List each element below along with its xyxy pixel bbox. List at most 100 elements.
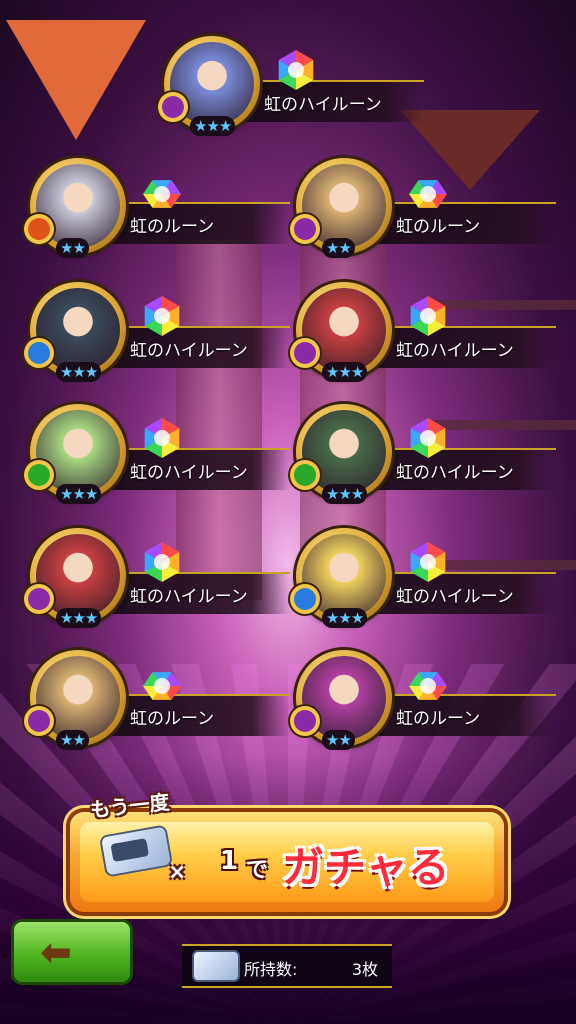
element-dark-badge bbox=[28, 710, 50, 732]
character-portrait: ★★★ bbox=[158, 36, 260, 136]
claw-icon bbox=[24, 460, 54, 490]
rune-name-bar: 虹のハイルーン bbox=[366, 326, 556, 368]
element-water-badge bbox=[294, 588, 316, 610]
result-card[interactable]: 虹のルーン ★★ bbox=[24, 650, 290, 760]
rune-name: 虹のハイルーン bbox=[264, 95, 382, 115]
rainbow-rune-icon bbox=[143, 672, 181, 700]
staff-icon bbox=[290, 706, 320, 736]
rarity-stars: ★★★ bbox=[56, 362, 102, 382]
crossbow-icon bbox=[24, 214, 54, 244]
rune-name-bar: 虹のハイルーン bbox=[100, 326, 290, 368]
character-portrait: ★★★ bbox=[290, 528, 392, 628]
cost-particle: で bbox=[246, 858, 269, 883]
rune-name: 虹のハイルーン bbox=[130, 463, 248, 483]
rune-name-bar: 虹のハイルーン bbox=[366, 448, 556, 490]
rainbow-rune-icon bbox=[143, 180, 181, 208]
element-dark-badge bbox=[294, 218, 316, 240]
element-dark-badge bbox=[294, 342, 316, 364]
times-sign: × bbox=[168, 860, 187, 885]
result-card[interactable]: 虹のルーン ★★ bbox=[290, 650, 556, 760]
owned-label: 所持数: bbox=[244, 960, 298, 979]
gacha-action-label: ガチャる bbox=[282, 843, 450, 892]
gacha-again-button[interactable]: もう一度 × 1 で ガチャる bbox=[70, 790, 504, 912]
rune-name-bar: 虹のルーン bbox=[366, 202, 556, 244]
axe-icon bbox=[24, 584, 54, 614]
element-dark-badge bbox=[28, 588, 50, 610]
rainbow-high-rune-icon bbox=[144, 418, 180, 458]
rarity-stars: ★★ bbox=[322, 730, 355, 750]
rarity-stars: ★★ bbox=[56, 730, 89, 750]
result-card[interactable]: 虹のハイルーン ★★★ bbox=[24, 528, 290, 638]
ribbon-icon bbox=[290, 338, 320, 368]
ribbon-icon bbox=[158, 92, 188, 122]
rune-name: 虹のハイルーン bbox=[396, 341, 514, 361]
staff-icon bbox=[24, 706, 54, 736]
rune-name: 虹のハイルーン bbox=[130, 587, 248, 607]
staff-icon bbox=[290, 214, 320, 244]
sword-icon bbox=[290, 584, 320, 614]
rainbow-high-rune-icon bbox=[410, 542, 446, 582]
rarity-stars: ★★★ bbox=[56, 484, 102, 504]
element-dark-badge bbox=[162, 96, 184, 118]
character-portrait: ★★★ bbox=[290, 282, 392, 382]
rune-name: 虹のルーン bbox=[396, 709, 481, 729]
rune-name: 虹のルーン bbox=[130, 217, 215, 237]
character-portrait: ★★ bbox=[290, 650, 392, 750]
rune-name: 虹のハイルーン bbox=[396, 587, 514, 607]
result-card[interactable]: 虹のハイルーン ★★★ bbox=[290, 404, 556, 514]
rune-name-bar: 虹のルーン bbox=[100, 202, 290, 244]
rainbow-rune-icon bbox=[409, 672, 447, 700]
character-portrait: ★★★ bbox=[24, 404, 126, 504]
rune-name-bar: 虹のルーン bbox=[366, 694, 556, 736]
rainbow-high-rune-icon bbox=[144, 542, 180, 582]
rarity-stars: ★★★ bbox=[322, 608, 368, 628]
claw-icon bbox=[24, 338, 54, 368]
rune-name: 虹のハイルーン bbox=[396, 463, 514, 483]
rune-name: 虹のルーン bbox=[130, 709, 215, 729]
rune-name-bar: 虹のハイルーン bbox=[366, 572, 556, 614]
rarity-stars: ★★ bbox=[322, 238, 355, 258]
rarity-stars: ★★★ bbox=[190, 116, 236, 136]
rarity-stars: ★★★ bbox=[56, 608, 102, 628]
result-card[interactable]: 虹のハイルーン ★★★ bbox=[24, 282, 290, 392]
rainbow-high-rune-icon bbox=[410, 296, 446, 336]
character-portrait: ★★ bbox=[24, 158, 126, 258]
again-label: もう一度 bbox=[89, 789, 171, 823]
rune-name: 虹のハイルーン bbox=[130, 341, 248, 361]
rarity-stars: ★★★ bbox=[322, 484, 368, 504]
element-water-badge bbox=[28, 342, 50, 364]
ticket-cost: 1 bbox=[220, 846, 239, 876]
result-card[interactable]: 虹のハイルーン ★★★ bbox=[290, 528, 556, 638]
hanging-lamp-left bbox=[6, 20, 146, 140]
left-arrow-icon: ⬅ bbox=[40, 930, 72, 974]
owned-ticket-icon bbox=[194, 952, 238, 980]
rainbow-rune-icon bbox=[409, 180, 447, 208]
rainbow-high-rune-icon bbox=[144, 296, 180, 336]
back-button[interactable]: ⬅ bbox=[14, 922, 130, 982]
result-card[interactable]: 虹のハイルーン ★★★ bbox=[290, 282, 556, 392]
rune-name-bar: 虹のハイルーン bbox=[100, 572, 290, 614]
element-wind-badge bbox=[28, 464, 50, 486]
sword-icon bbox=[290, 460, 320, 490]
result-card[interactable]: 虹のハイルーン ★★★ bbox=[158, 36, 424, 146]
rainbow-high-rune-icon bbox=[278, 50, 314, 90]
owned-tickets: 所持数: 3枚 bbox=[182, 944, 392, 988]
ticket-key-icon bbox=[110, 838, 150, 863]
owned-value: 3枚 bbox=[351, 960, 378, 979]
rarity-stars: ★★★ bbox=[322, 362, 368, 382]
rainbow-high-rune-icon bbox=[410, 418, 446, 458]
rune-name-bar: 虹のハイルーン bbox=[100, 448, 290, 490]
character-portrait: ★★ bbox=[290, 158, 392, 258]
character-portrait: ★★ bbox=[24, 650, 126, 750]
rune-name: 虹のルーン bbox=[396, 217, 481, 237]
result-card[interactable]: 虹のルーン ★★ bbox=[24, 158, 290, 268]
character-portrait: ★★★ bbox=[24, 282, 126, 382]
rune-name-bar: 虹のハイルーン bbox=[234, 80, 424, 122]
element-fire-badge bbox=[28, 218, 50, 240]
element-wind-badge bbox=[294, 464, 316, 486]
element-dark-badge bbox=[294, 710, 316, 732]
character-portrait: ★★★ bbox=[24, 528, 126, 628]
rarity-stars: ★★ bbox=[56, 238, 89, 258]
result-card[interactable]: 虹のハイルーン ★★★ bbox=[24, 404, 290, 514]
result-card[interactable]: 虹のルーン ★★ bbox=[290, 158, 556, 268]
